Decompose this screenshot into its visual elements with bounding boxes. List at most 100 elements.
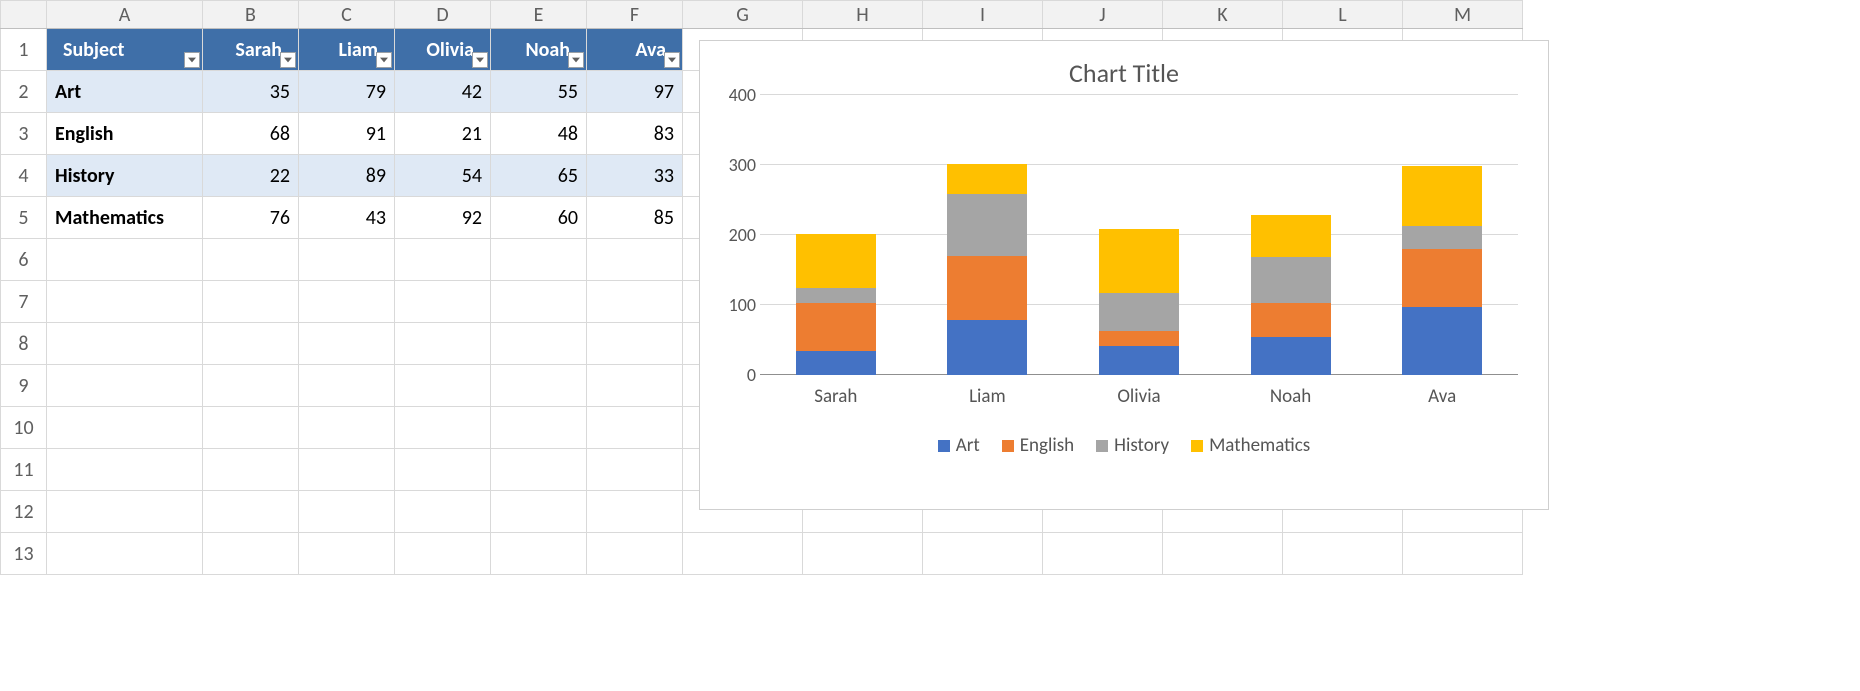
cell[interactable]: [587, 491, 683, 533]
cell[interactable]: 65: [491, 155, 587, 197]
cell[interactable]: [299, 407, 395, 449]
chart-title[interactable]: Chart Title: [700, 41, 1548, 95]
chart-bar-segment[interactable]: [1099, 331, 1179, 346]
row-header-9[interactable]: 9: [1, 365, 47, 407]
col-header-m[interactable]: M: [1403, 1, 1523, 29]
row-header-12[interactable]: 12: [1, 491, 47, 533]
cell[interactable]: [47, 449, 203, 491]
chart-bar-segment[interactable]: [1251, 337, 1331, 376]
chart-bar-segment[interactable]: [796, 351, 876, 376]
embedded-chart[interactable]: Chart Title 0100200300400 SarahLiamOlivi…: [699, 40, 1549, 510]
col-header-l[interactable]: L: [1283, 1, 1403, 29]
filter-dropdown-icon[interactable]: [376, 52, 392, 68]
col-header-g[interactable]: G: [683, 1, 803, 29]
col-header-a[interactable]: A: [47, 1, 203, 29]
chart-bar-segment[interactable]: [796, 303, 876, 351]
cell[interactable]: 83: [587, 113, 683, 155]
chart-bar-segment[interactable]: [796, 288, 876, 303]
chart-bar[interactable]: [947, 164, 1027, 375]
cell[interactable]: [491, 491, 587, 533]
filter-dropdown-icon[interactable]: [280, 52, 296, 68]
chart-bar-segment[interactable]: [1402, 307, 1482, 375]
cell[interactable]: [587, 323, 683, 365]
cell[interactable]: [395, 281, 491, 323]
cell[interactable]: [491, 533, 587, 575]
col-header-j[interactable]: J: [1043, 1, 1163, 29]
cell[interactable]: [587, 281, 683, 323]
cell[interactable]: [47, 239, 203, 281]
row-header-5[interactable]: 5: [1, 197, 47, 239]
cell[interactable]: [491, 323, 587, 365]
chart-bar-segment[interactable]: [947, 320, 1027, 375]
cell[interactable]: [491, 365, 587, 407]
cell[interactable]: [491, 239, 587, 281]
cell[interactable]: 91: [299, 113, 395, 155]
cell[interactable]: [299, 239, 395, 281]
cell[interactable]: [203, 407, 299, 449]
cell[interactable]: 89: [299, 155, 395, 197]
cell-subject[interactable]: Mathematics: [47, 197, 203, 239]
table-header-olivia[interactable]: Olivia: [395, 29, 491, 71]
cell[interactable]: [587, 407, 683, 449]
chart-bar-segment[interactable]: [796, 234, 876, 287]
cell[interactable]: [299, 365, 395, 407]
row-header-7[interactable]: 7: [1, 281, 47, 323]
cell[interactable]: [923, 533, 1043, 575]
chart-bar-segment[interactable]: [1402, 226, 1482, 249]
cell[interactable]: [587, 239, 683, 281]
row-header-10[interactable]: 10: [1, 407, 47, 449]
cell[interactable]: 92: [395, 197, 491, 239]
cell[interactable]: [47, 491, 203, 533]
cell[interactable]: [395, 533, 491, 575]
chart-bar-segment[interactable]: [1251, 215, 1331, 257]
chart-bar[interactable]: [1402, 166, 1482, 375]
cell[interactable]: [299, 491, 395, 533]
cell[interactable]: [47, 365, 203, 407]
table-header-ava[interactable]: Ava: [587, 29, 683, 71]
row-header-11[interactable]: 11: [1, 449, 47, 491]
chart-legend-item[interactable]: English: [1002, 434, 1074, 457]
chart-plot-area[interactable]: 0100200300400: [760, 95, 1518, 375]
col-header-d[interactable]: D: [395, 1, 491, 29]
cell[interactable]: [203, 323, 299, 365]
chart-bar-segment[interactable]: [947, 256, 1027, 320]
cell[interactable]: [587, 449, 683, 491]
cell[interactable]: [203, 491, 299, 533]
cell[interactable]: [203, 533, 299, 575]
chart-bar-segment[interactable]: [1099, 229, 1179, 293]
table-header-sarah[interactable]: Sarah: [203, 29, 299, 71]
cell[interactable]: 55: [491, 71, 587, 113]
cell[interactable]: [491, 449, 587, 491]
cell[interactable]: [299, 449, 395, 491]
row-header-2[interactable]: 2: [1, 71, 47, 113]
chart-bar[interactable]: [1251, 215, 1331, 375]
cell[interactable]: [1283, 533, 1403, 575]
col-header-b[interactable]: B: [203, 1, 299, 29]
chart-bar-segment[interactable]: [1402, 166, 1482, 226]
table-header-subject[interactable]: Subject: [47, 29, 203, 71]
cell[interactable]: [395, 323, 491, 365]
row-header-3[interactable]: 3: [1, 113, 47, 155]
filter-dropdown-icon[interactable]: [664, 52, 680, 68]
cell[interactable]: 35: [203, 71, 299, 113]
row-header-6[interactable]: 6: [1, 239, 47, 281]
cell[interactable]: 22: [203, 155, 299, 197]
cell[interactable]: [47, 323, 203, 365]
cell[interactable]: 33: [587, 155, 683, 197]
row-header-1[interactable]: 1: [1, 29, 47, 71]
cell[interactable]: [203, 449, 299, 491]
cell[interactable]: [47, 407, 203, 449]
cell[interactable]: 79: [299, 71, 395, 113]
cell[interactable]: [203, 281, 299, 323]
cell[interactable]: 76: [203, 197, 299, 239]
col-header-i[interactable]: I: [923, 1, 1043, 29]
cell-subject[interactable]: History: [47, 155, 203, 197]
chart-bar-segment[interactable]: [1099, 293, 1179, 331]
cell[interactable]: [587, 365, 683, 407]
cell[interactable]: 21: [395, 113, 491, 155]
cell[interactable]: 48: [491, 113, 587, 155]
chart-bar-segment[interactable]: [1402, 249, 1482, 307]
cell[interactable]: [299, 323, 395, 365]
col-header-c[interactable]: C: [299, 1, 395, 29]
cell[interactable]: 43: [299, 197, 395, 239]
